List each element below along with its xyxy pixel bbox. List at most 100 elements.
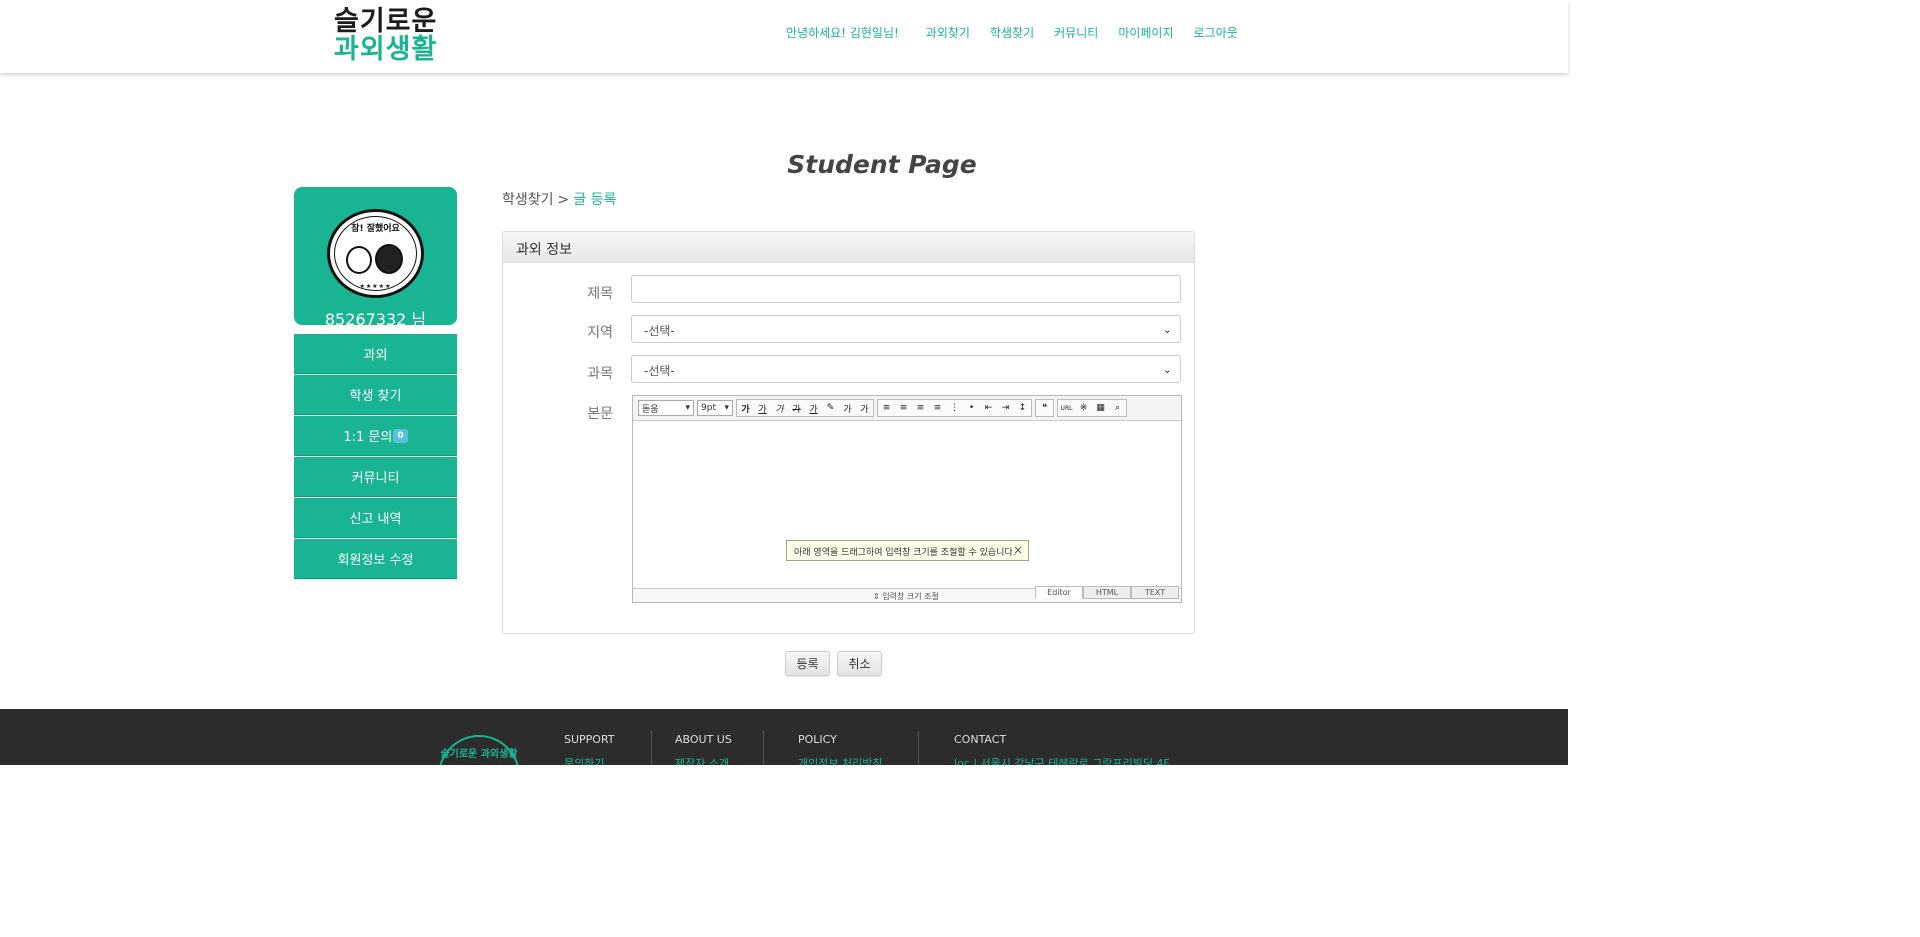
submit-button[interactable]: 등록 — [785, 651, 830, 676]
title-label: 제목 — [587, 286, 613, 302]
tab-text[interactable]: TEXT — [1131, 586, 1179, 599]
body-label: 본문 — [587, 406, 613, 422]
font-family-select[interactable]: 돋움 ▾ — [638, 400, 694, 416]
editor-toolbar: 돋움 ▾ 9pt ▾ 가 가 가 가 가 ✎ 가 가 ≡ ≡ ≡ ≡ ⋮ • ⇤ ⇥ — [633, 396, 1181, 421]
align-button-group: ≡ ≡ ≡ ≡ ⋮ • ⇤ ⇥ ↕ — [877, 399, 1032, 417]
chevron-down-icon: ▾ — [685, 403, 690, 413]
sidebar-item-label: 회원정보 수정 — [337, 553, 414, 568]
sidebar-item-edit-profile[interactable]: 회원정보 수정 — [294, 539, 457, 579]
sidebar-item-find-students[interactable]: 학생 찾기 — [294, 375, 457, 415]
tooltip-text: 아래 영역을 드래그하여 입력창 크기를 조절할 수 있습니다. — [794, 548, 1016, 558]
site-header: 슬기로운 과외생활 안녕하세요! 김현일님! 과외찾기 학생찾기 커뮤니티 마이… — [0, 0, 1568, 73]
underline-button[interactable]: 가 — [754, 400, 771, 417]
quote-icon[interactable]: ❝ — [1036, 400, 1053, 417]
page-title: Student Page — [787, 150, 977, 179]
avatar-caption: 참! 잘했어요 — [351, 224, 400, 234]
rich-text-editor: 돋움 ▾ 9pt ▾ 가 가 가 가 가 ✎ 가 가 ≡ ≡ ≡ ≡ ⋮ • ⇤ ⇥ — [632, 395, 1182, 603]
title-input[interactable] — [631, 275, 1181, 303]
region-label: 지역 — [587, 325, 613, 341]
footer-logo: 슬기로운 과외생활 — [438, 735, 520, 765]
align-center-icon[interactable]: ≡ — [895, 400, 912, 417]
align-right-icon[interactable]: ≡ — [912, 400, 929, 417]
subject-label: 과목 — [587, 366, 613, 382]
footer-col-title: SUPPORT — [564, 733, 615, 746]
strikethrough-button[interactable]: 가 — [788, 400, 805, 417]
username: 85267332 님 — [324, 310, 427, 329]
align-justify-icon[interactable]: ≡ — [929, 400, 946, 417]
tab-editor[interactable]: Editor — [1035, 586, 1083, 599]
font-size-value: 9pt — [701, 403, 716, 413]
resize-tooltip: 아래 영역을 드래그하여 입력창 크기를 조절할 수 있습니다. × — [786, 540, 1029, 561]
subscript-button[interactable]: 가 — [856, 400, 873, 417]
breadcrumb: 학생찾기 > 글 등록 — [502, 189, 616, 209]
chevron-down-icon: ⌄ — [1162, 363, 1172, 376]
ordered-list-icon[interactable]: ⋮ — [946, 400, 963, 417]
outdent-icon[interactable]: ⇤ — [980, 400, 997, 417]
footer-link-about[interactable]: 제작자 소개 — [675, 755, 732, 765]
resize-handle[interactable]: ⇕ 입력창 크기 조절 — [873, 591, 939, 602]
subject-select[interactable]: -선택- ⌄ — [631, 355, 1181, 383]
font-color-button[interactable]: 가 — [805, 400, 822, 417]
footer-col-title: CONTACT — [954, 733, 1007, 746]
highlight-icon[interactable]: ✎ — [822, 400, 839, 417]
nav-find-tutoring[interactable]: 과외찾기 — [926, 24, 970, 41]
site-logo[interactable]: 슬기로운 과외생활 — [334, 8, 454, 63]
footer-col-title: POLICY — [798, 733, 837, 746]
footer-col-contact: CONTACT loc | 서울시 강남구 테헤란로 그랑프리빌딩 4F — [954, 733, 1170, 765]
url-button[interactable]: URL — [1058, 400, 1075, 417]
sidebar-item-label: 신고 내역 — [349, 512, 402, 527]
form-actions: 등록 취소 — [785, 651, 889, 676]
avatar-face-right — [375, 244, 403, 274]
sidebar-item-tutoring[interactable]: 과외 — [294, 334, 457, 374]
find-icon[interactable]: ⌕ — [1109, 400, 1126, 417]
sidebar-item-inquiry[interactable]: 1:1 문의 0 — [294, 416, 457, 456]
table-icon[interactable]: ▦ — [1092, 400, 1109, 417]
logo-line2: 과외생활 — [334, 34, 438, 65]
align-left-icon[interactable]: ≡ — [878, 400, 895, 417]
font-family-value: 돋움 — [642, 404, 659, 415]
tab-html[interactable]: HTML — [1083, 586, 1131, 599]
sidebar-item-reports[interactable]: 신고 내역 — [294, 498, 457, 538]
footer-logo-text: 슬기로운 과외생활 — [440, 749, 518, 760]
bold-button[interactable]: 가 — [737, 400, 754, 417]
breadcrumb-current: 글 등록 — [573, 192, 617, 208]
inquiry-count-badge: 0 — [393, 428, 408, 443]
line-height-icon[interactable]: ↕ — [1014, 400, 1031, 417]
italic-button[interactable]: 가 — [771, 400, 788, 417]
panel-title: 과외 정보 — [503, 232, 1194, 263]
cancel-button[interactable]: 취소 — [837, 651, 882, 676]
sidebar-item-label: 과외 — [363, 348, 388, 363]
sidebar-item-community[interactable]: 커뮤니티 — [294, 457, 457, 497]
sidebar-item-label: 학생 찾기 — [349, 389, 402, 404]
nav-logout[interactable]: 로그아웃 — [1194, 24, 1238, 41]
footer-col-about: ABOUT US 제작자 소개 — [675, 733, 732, 765]
footer-contact-address: loc | 서울시 강남구 테헤란로 그랑프리빌딩 4F — [954, 757, 1170, 765]
nav-mypage[interactable]: 마이페이지 — [1118, 24, 1173, 41]
nav-find-students[interactable]: 학생찾기 — [990, 24, 1034, 41]
breadcrumb-separator: > — [557, 192, 570, 208]
greeting-text: 안녕하세요! 김현일님! — [786, 26, 899, 40]
region-selected-value: -선택- — [644, 324, 675, 338]
sidebar-menu: 과외 학생 찾기 1:1 문의 0 커뮤니티 신고 내역 회원정보 수정 — [294, 334, 457, 580]
footer-col-policy: POLICY 개인정보 처리방침 — [798, 733, 882, 765]
unordered-list-icon[interactable]: • — [963, 400, 980, 417]
region-select[interactable]: -선택- ⌄ — [631, 315, 1181, 343]
font-size-select[interactable]: 9pt ▾ — [697, 400, 733, 416]
sidebar-item-label: 1:1 문의 — [343, 430, 393, 445]
format-button-group: 가 가 가 가 가 ✎ 가 가 — [736, 399, 874, 417]
footer-link-privacy[interactable]: 개인정보 처리방침 — [798, 755, 882, 765]
chevron-down-icon: ⌄ — [1162, 323, 1172, 336]
close-icon[interactable]: × — [1013, 543, 1023, 557]
nav-community[interactable]: 커뮤니티 — [1054, 24, 1098, 41]
footer-link-inquiry[interactable]: 문의하기 — [564, 755, 615, 765]
special-char-icon[interactable]: ※ — [1075, 400, 1092, 417]
profile-card: 참! 잘했어요 ★★★★★ 85267332 님 — [294, 187, 457, 329]
breadcrumb-parent[interactable]: 학생찾기 — [502, 192, 554, 208]
editor-footer: ⇕ 입력창 크기 조절 Editor HTML TEXT — [633, 586, 1181, 602]
indent-icon[interactable]: ⇥ — [997, 400, 1014, 417]
avatar-face-left — [346, 246, 372, 274]
top-nav: 안녕하세요! 김현일님! 과외찾기 학생찾기 커뮤니티 마이페이지 로그아웃 — [786, 24, 1258, 41]
superscript-button[interactable]: 가 — [839, 400, 856, 417]
avatar: 참! 잘했어요 ★★★★★ — [327, 209, 424, 298]
subject-selected-value: -선택- — [644, 364, 675, 378]
